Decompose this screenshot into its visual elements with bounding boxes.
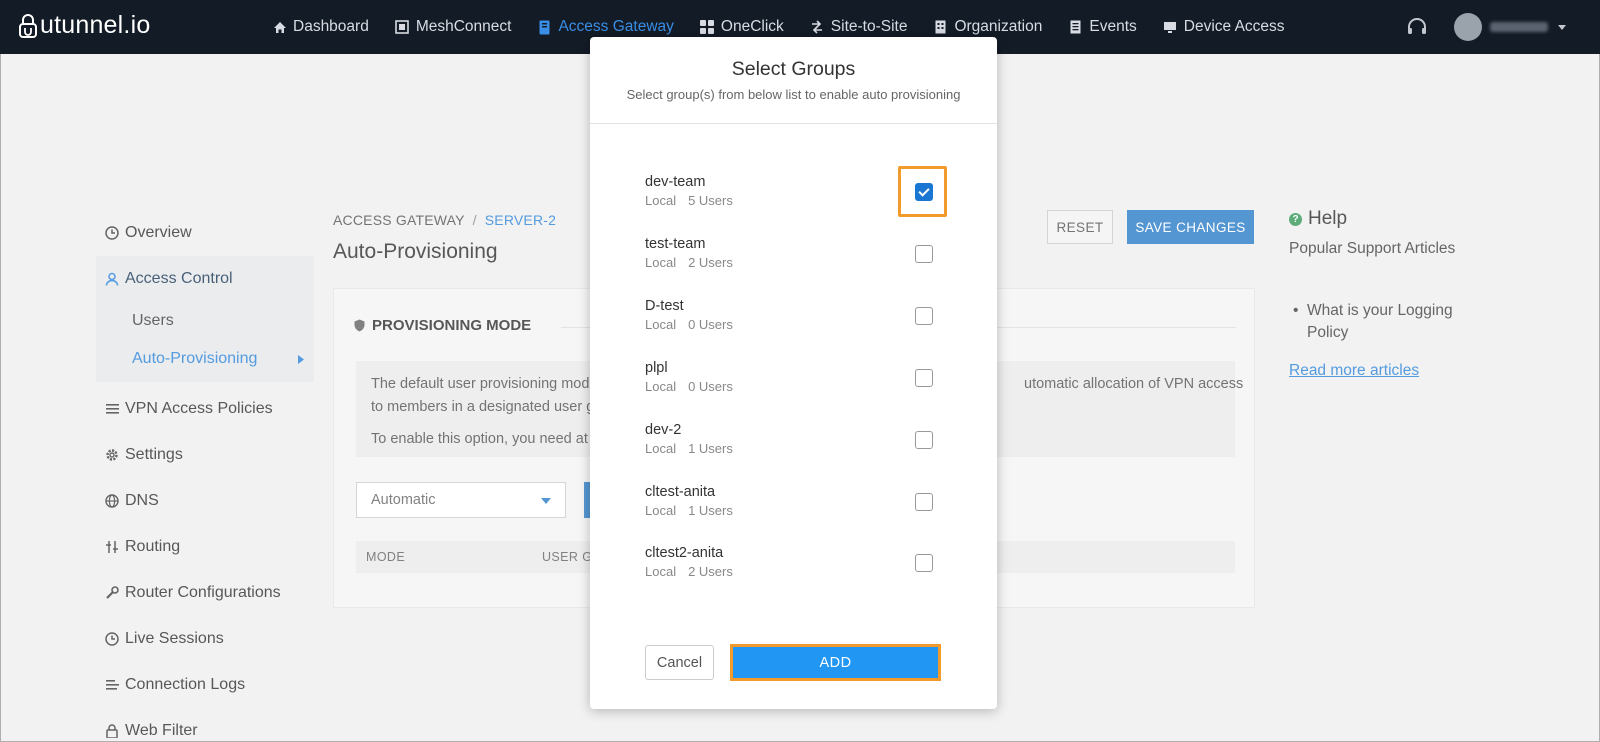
group-checkbox-cltest2-anita[interactable] bbox=[915, 554, 933, 572]
group-name: plpl bbox=[645, 360, 668, 376]
gateway-icon bbox=[537, 20, 552, 35]
nav-item-label: MeshConnect bbox=[415, 18, 512, 35]
modal-divider bbox=[590, 123, 997, 124]
logo-text: utunnel.io bbox=[40, 11, 151, 39]
group-checkbox-d-test[interactable] bbox=[915, 307, 933, 325]
add-button[interactable]: ADD bbox=[730, 644, 941, 681]
group-checkbox-dev-2[interactable] bbox=[915, 431, 933, 449]
group-source: Local bbox=[645, 379, 677, 394]
group-users: 2 Users bbox=[688, 255, 733, 270]
modal-title: Select Groups bbox=[731, 58, 856, 80]
nav-item-meshconnect[interactable]: MeshConnect bbox=[395, 18, 512, 36]
avatar[interactable] bbox=[1454, 13, 1482, 41]
nav-item-access-gateway[interactable]: Access Gateway bbox=[537, 18, 674, 36]
group-name: cltest-anita bbox=[645, 484, 716, 500]
group-users: 2 Users bbox=[688, 564, 733, 579]
group-meta: Local 2 Users bbox=[645, 564, 945, 579]
nav-item-label: Site-to-Site bbox=[830, 18, 908, 35]
group-source: Local bbox=[645, 441, 677, 456]
nav-item-label: Dashboard bbox=[293, 18, 369, 35]
group-row-test-team: test-team Local 2 Users bbox=[645, 236, 945, 280]
group-meta: Local 2 Users bbox=[645, 255, 945, 270]
group-source: Local bbox=[645, 503, 677, 518]
headset-icon[interactable] bbox=[1406, 16, 1428, 38]
group-row-plpl: plpl Local 0 Users bbox=[645, 360, 945, 404]
group-users: 0 Users bbox=[688, 317, 733, 332]
nav-item-site-to-site[interactable]: Site-to-Site bbox=[810, 18, 908, 36]
home-icon bbox=[272, 20, 287, 35]
mesh-icon bbox=[395, 20, 410, 35]
group-name: dev-2 bbox=[645, 422, 682, 438]
group-users: 1 Users bbox=[688, 503, 733, 518]
user-area bbox=[1406, 0, 1566, 54]
nav-item-organization[interactable]: Organization bbox=[933, 18, 1042, 36]
group-row-d-test: D-test Local 0 Users bbox=[645, 298, 945, 342]
group-users: 1 Users bbox=[688, 441, 733, 456]
group-source: Local bbox=[645, 255, 677, 270]
group-source: Local bbox=[645, 317, 677, 332]
link-icon bbox=[810, 20, 825, 35]
group-meta: Local 0 Users bbox=[645, 317, 945, 332]
group-source: Local bbox=[645, 193, 677, 208]
grid-icon bbox=[700, 20, 715, 35]
group-checkbox-test-team[interactable] bbox=[915, 245, 933, 263]
group-meta: Local 0 Users bbox=[645, 379, 945, 394]
group-row-dev-2: dev-2 Local 1 Users bbox=[645, 422, 945, 466]
chevron-down-icon[interactable] bbox=[1558, 24, 1566, 30]
modal-subtitle: Select group(s) from below list to enabl… bbox=[626, 87, 961, 102]
group-row-cltest2-anita: cltest2-anita Local 2 Users bbox=[645, 545, 945, 589]
nav-item-label: Events bbox=[1089, 18, 1137, 35]
logo[interactable]: utunnel.io bbox=[18, 11, 150, 40]
nav-item-label: Access Gateway bbox=[558, 18, 674, 35]
nav-item-events[interactable]: Events bbox=[1068, 18, 1137, 36]
monitor-icon bbox=[1163, 20, 1178, 35]
group-name: D-test bbox=[645, 298, 684, 314]
group-name: test-team bbox=[645, 236, 706, 252]
group-row-cltest-anita: cltest-anita Local 1 Users bbox=[645, 484, 945, 528]
group-name: cltest2-anita bbox=[645, 545, 724, 561]
nav-item-label: OneClick bbox=[720, 18, 784, 35]
highlight-box bbox=[898, 166, 947, 217]
lock-logo-icon bbox=[19, 13, 37, 38]
cancel-button[interactable]: Cancel bbox=[645, 645, 714, 680]
group-meta: Local 1 Users bbox=[645, 441, 945, 456]
nav-item-label: Organization bbox=[954, 18, 1043, 35]
user-name-blurred[interactable] bbox=[1490, 22, 1548, 32]
group-checkbox-cltest-anita[interactable] bbox=[915, 493, 933, 511]
building-icon bbox=[933, 20, 948, 35]
nav-item-label: Device Access bbox=[1183, 18, 1285, 35]
group-source: Local bbox=[645, 564, 677, 579]
nav-item-oneclick[interactable]: OneClick bbox=[700, 18, 784, 36]
group-users: 0 Users bbox=[688, 379, 733, 394]
group-meta: Local 1 Users bbox=[645, 503, 945, 518]
group-users: 5 Users bbox=[688, 193, 733, 208]
select-groups-modal: Select Groups Select group(s) from below… bbox=[590, 37, 997, 709]
group-checkbox-plpl[interactable] bbox=[915, 369, 933, 387]
nav-item-device-access[interactable]: Device Access bbox=[1163, 18, 1285, 36]
nav-item-dashboard[interactable]: Dashboard bbox=[272, 18, 369, 36]
events-icon bbox=[1068, 20, 1083, 35]
